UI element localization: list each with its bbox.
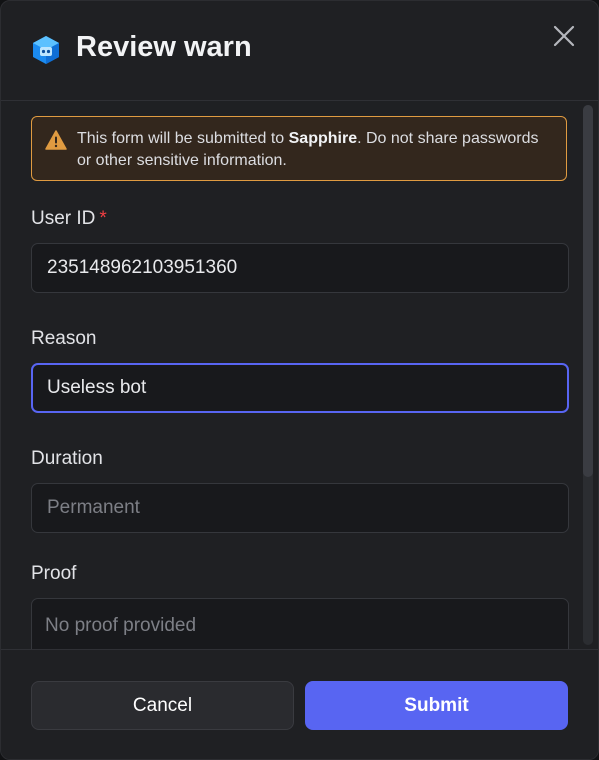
dialog-title: Review warn (76, 31, 252, 63)
dialog-body: This form will be submitted to Sapphire.… (1, 101, 598, 649)
scrollbar-track[interactable] (583, 105, 593, 645)
reason-input[interactable] (31, 363, 569, 413)
duration-input[interactable] (31, 483, 569, 533)
dialog-footer: Cancel Submit (1, 649, 598, 759)
user-id-input[interactable] (31, 243, 569, 293)
submit-button[interactable]: Submit (305, 681, 568, 730)
duration-label: Duration (31, 448, 103, 469)
user-id-label: User ID * (31, 208, 107, 230)
scrollbar-thumb[interactable] (583, 105, 593, 477)
review-warn-dialog: Review warn This form will be submitted … (0, 0, 599, 760)
warning-notice: This form will be submitted to Sapphire.… (31, 116, 567, 181)
warning-text-before: This form will be submitted to (77, 130, 289, 147)
warning-triangle-icon (45, 130, 67, 150)
user-id-label-text: User ID (31, 208, 96, 229)
reason-label: Reason (31, 328, 97, 349)
proof-label: Proof (31, 563, 77, 584)
cube-logo-icon (31, 35, 61, 65)
proof-textarea[interactable] (31, 598, 569, 649)
dialog-header: Review warn (1, 1, 598, 101)
required-marker: * (99, 208, 107, 229)
app-name: Sapphire (288, 130, 358, 147)
cancel-button[interactable]: Cancel (31, 681, 294, 730)
close-icon[interactable] (550, 22, 578, 50)
warning-text: This form will be submitted to Sapphire.… (77, 128, 547, 172)
